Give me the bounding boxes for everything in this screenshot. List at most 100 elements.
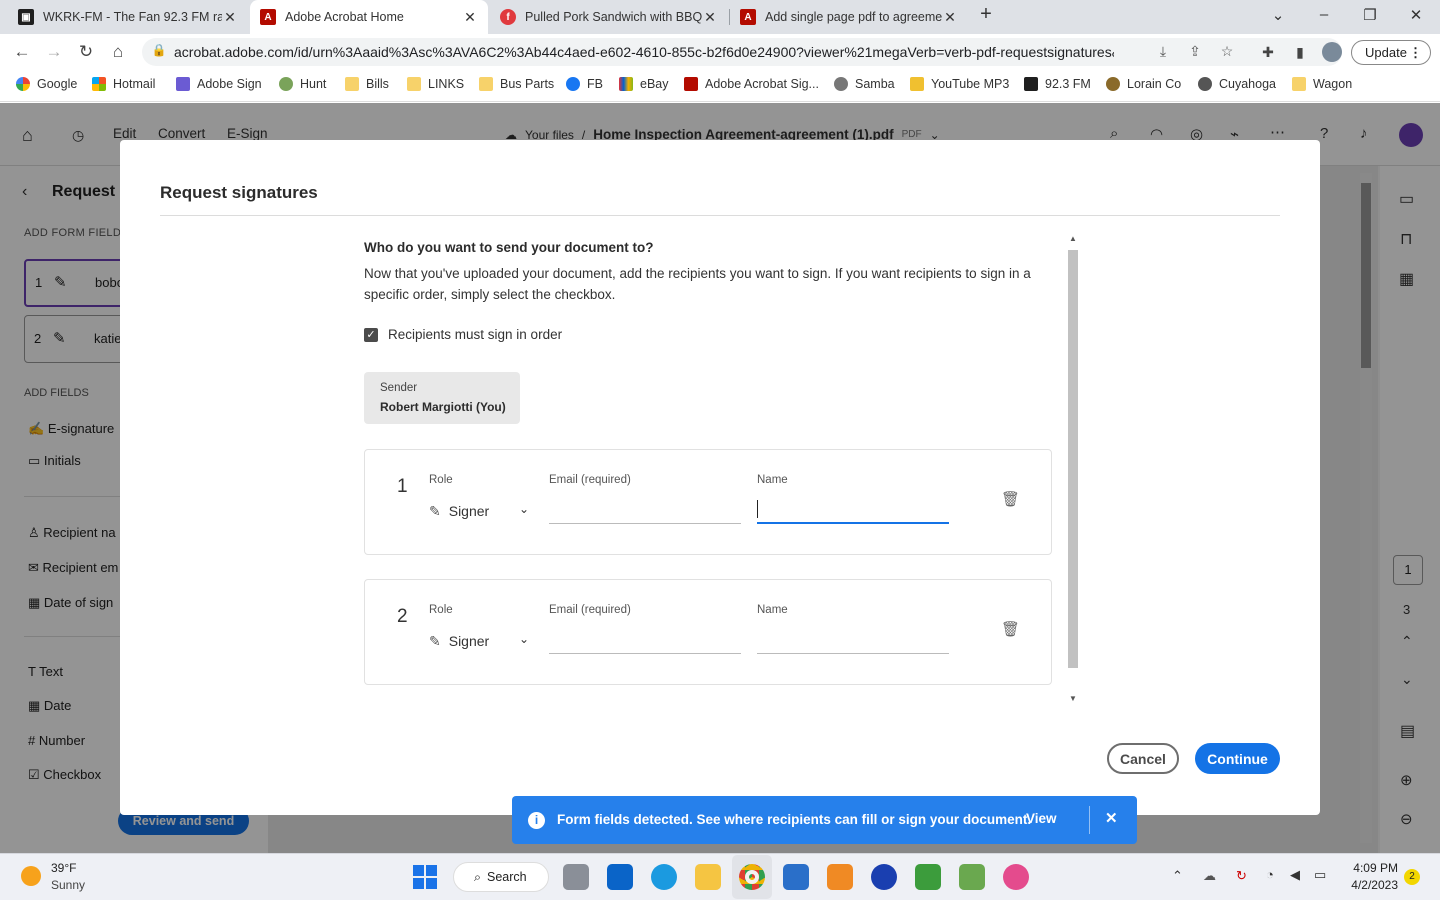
profile-avatar[interactable] [1322,42,1342,62]
battery-icon[interactable]: ▭ [1314,867,1326,883]
more-vertical-icon: ⋮ [1409,44,1422,60]
close-icon[interactable]: ✕ [222,9,238,26]
close-icon[interactable]: ✕ [702,9,718,26]
role-value: Signer [448,503,490,519]
reload-icon[interactable]: ↻ [76,42,96,62]
toast-view-button[interactable]: View [1026,811,1057,826]
minimize-icon[interactable]: – [1314,6,1334,23]
task-view-icon[interactable] [563,864,589,890]
new-tab-button[interactable]: + [976,3,996,26]
lock-icon[interactable]: 🔒 [150,43,168,61]
notepad-icon[interactable] [959,864,985,890]
bookmark-hunt[interactable]: Hunt [279,77,326,91]
bookmark-92-3-fm[interactable]: 92.3 FM [1024,77,1091,91]
taskbar-search[interactable]: ⌕ Search [453,862,549,892]
bookmark-hotmail[interactable]: Hotmail [92,77,155,91]
close-icon[interactable]: ✕ [462,9,478,26]
request-signatures-dialog: Request signatures Who do you want to se… [120,140,1320,815]
install-icon[interactable]: ⤓ [1154,43,1172,61]
bookmark-ebay[interactable]: eBay [619,77,669,91]
trash-icon[interactable]: 🗑 [1001,620,1020,640]
bookmark-samba[interactable]: Samba [834,77,895,91]
address-bar[interactable]: 🔒 acrobat.adobe.com/id/urn%3Aaaid%3Asc%3… [142,38,1342,66]
chevron-down-icon: ⌄ [518,632,529,646]
bookmark-google[interactable]: Google [16,77,77,91]
update-button[interactable]: Update ⋮ [1351,40,1431,65]
sync-icon[interactable]: ↻ [1236,868,1247,884]
dialog-scrollbar[interactable]: ▲ ▼ [1066,232,1080,706]
role-select[interactable]: ✎ Signer ⌄ [429,630,529,652]
role-select[interactable]: ✎ Signer ⌄ [429,500,529,522]
sun-icon[interactable] [21,866,41,886]
tab-title: Add single page pdf to agreement [765,10,942,24]
bookmark-lorain-co[interactable]: Lorain Co [1106,77,1181,91]
window-close-icon[interactable]: ✕ [1406,6,1426,24]
adobe-icon: A [740,9,756,25]
chevron-up-icon[interactable]: ⌃ [1172,868,1183,884]
windows-start-icon[interactable] [413,865,437,889]
share-icon[interactable]: ⇪ [1186,43,1204,61]
sender-name: Robert Margiotti (You) [380,400,506,414]
toast-divider [1089,806,1090,834]
side-panel-icon[interactable]: ▮ [1290,42,1310,62]
itunes-icon[interactable] [1003,864,1029,890]
bookmark-cuyahoga[interactable]: Cuyahoga [1198,77,1276,91]
browser-tab-1[interactable]: ▣ WKRK-FM - The Fan 92.3 FM radio ✕ [8,0,248,34]
name-field[interactable] [757,494,949,524]
tab-search-chevron-icon[interactable]: ⌄ [1268,6,1288,24]
bookmark-adobe-acrobat-sig[interactable]: Adobe Acrobat Sig... [684,77,819,91]
role-label: Role [429,604,453,616]
scroll-up-arrow-icon[interactable]: ▲ [1066,232,1080,246]
cancel-button[interactable]: Cancel [1107,743,1179,774]
trash-icon[interactable]: 🗑 [1001,490,1020,510]
wifi-icon[interactable]: ◔ [1266,867,1274,882]
restore-icon[interactable]: ❐ [1360,6,1380,24]
sign-in-order-checkbox[interactable]: ✓ [364,328,378,342]
bookmark-links[interactable]: LINKS [407,77,464,91]
close-icon[interactable]: ✕ [1105,809,1118,827]
bookmark-label: Bus Parts [500,77,555,91]
role-label: Role [429,474,453,486]
bookmark-wagon[interactable]: Wagon [1292,77,1352,91]
extensions-icon[interactable]: ✚ [1258,42,1278,62]
bookmark-bus-parts[interactable]: Bus Parts [479,77,554,91]
browser-tab-2[interactable]: A Adobe Acrobat Home ✕ [250,0,488,34]
browser-tab-4[interactable]: A Add single page pdf to agreement ✕ [730,0,968,34]
bookmark-youtube-mp3[interactable]: YouTube MP3 [910,77,1009,91]
scroll-down-arrow-icon[interactable]: ▼ [1066,692,1080,706]
weather-desc[interactable]: Sunny [51,878,85,892]
clock-date[interactable]: 4/2/2023 [1346,878,1398,892]
onedrive-icon[interactable]: ☁ [1203,868,1216,884]
back-arrow-icon[interactable]: ← [12,42,32,62]
edge-icon[interactable] [651,864,677,890]
radio-station-icon: ▣ [18,9,34,25]
browser-tab-3[interactable]: f Pulled Pork Sandwich with BBQ Sauce ✕ [490,0,728,34]
dialog-scroll-thumb[interactable] [1068,250,1078,668]
clock-time[interactable]: 4:09 PM [1352,861,1398,875]
email-field[interactable] [549,624,741,654]
ebay-icon [619,77,633,91]
bird-app-icon[interactable] [915,864,941,890]
app-icon[interactable] [871,864,897,890]
close-icon[interactable]: ✕ [942,9,958,26]
star-icon[interactable]: ☆ [1218,43,1236,61]
bookmark-bills[interactable]: Bills [345,77,389,91]
home-icon[interactable]: ⌂ [108,42,128,62]
notification-badge[interactable]: 2 [1404,869,1420,885]
sign-in-order-label[interactable]: Recipients must sign in order [388,327,562,342]
email-field[interactable] [549,494,741,524]
bookmark-adobe-sign[interactable]: Adobe Sign [176,77,262,91]
weather-temp[interactable]: 39°F [51,861,76,875]
url-text[interactable]: acrobat.adobe.com/id/urn%3Aaaid%3Asc%3AV… [174,44,1114,60]
name-field[interactable] [757,624,949,654]
food-network-icon: f [500,9,516,25]
file-explorer-icon[interactable] [695,864,721,890]
outlook-icon[interactable] [607,864,633,890]
volume-icon[interactable]: ◀ [1290,867,1300,883]
outlook-app-icon[interactable] [783,864,809,890]
forward-arrow-icon[interactable]: → [44,42,64,62]
continue-button[interactable]: Continue [1195,743,1280,774]
photos-icon[interactable] [827,864,853,890]
bookmark-fb[interactable]: FB [566,77,603,91]
recipients-scroll-area: Who do you want to send your document to… [364,232,1080,706]
